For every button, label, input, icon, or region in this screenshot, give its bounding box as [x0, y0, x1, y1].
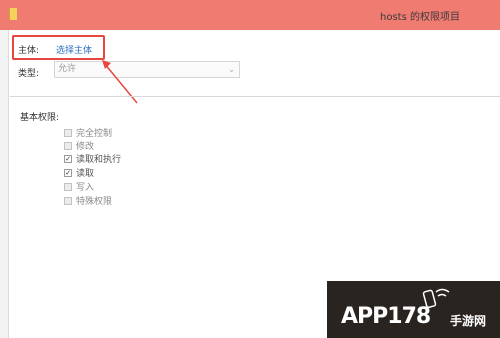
permission-label: 写入: [76, 183, 95, 193]
checkbox-read[interactable]: ✓: [64, 168, 72, 177]
permission-write: 写入: [64, 181, 95, 193]
permission-read: ✓ 读取: [64, 167, 95, 179]
permission-full-control: 完全控制: [64, 127, 113, 139]
section-divider: [10, 96, 500, 97]
permission-label: 读取和执行: [76, 155, 122, 165]
watermark-logo: APP178 手游网: [327, 281, 500, 338]
checkbox-special[interactable]: [64, 196, 72, 205]
permission-special: 特殊权限: [64, 195, 113, 207]
permission-label: 完全控制: [76, 129, 113, 139]
checkbox-write[interactable]: [64, 182, 72, 191]
permission-modify: 修改: [64, 140, 95, 152]
watermark-text: APP178: [341, 304, 431, 329]
permission-label: 特殊权限: [76, 197, 113, 207]
checkbox-read-execute[interactable]: ✓: [64, 154, 72, 163]
permission-label: 读取: [76, 169, 95, 179]
permission-label: 修改: [76, 142, 95, 152]
watermark-subtext: 手游网: [450, 314, 487, 328]
checkbox-modify[interactable]: [64, 141, 72, 150]
basic-permissions-label: 基本权限:: [20, 113, 60, 123]
permission-read-execute: ✓ 读取和执行: [64, 153, 122, 165]
checkbox-full-control[interactable]: [64, 128, 72, 137]
